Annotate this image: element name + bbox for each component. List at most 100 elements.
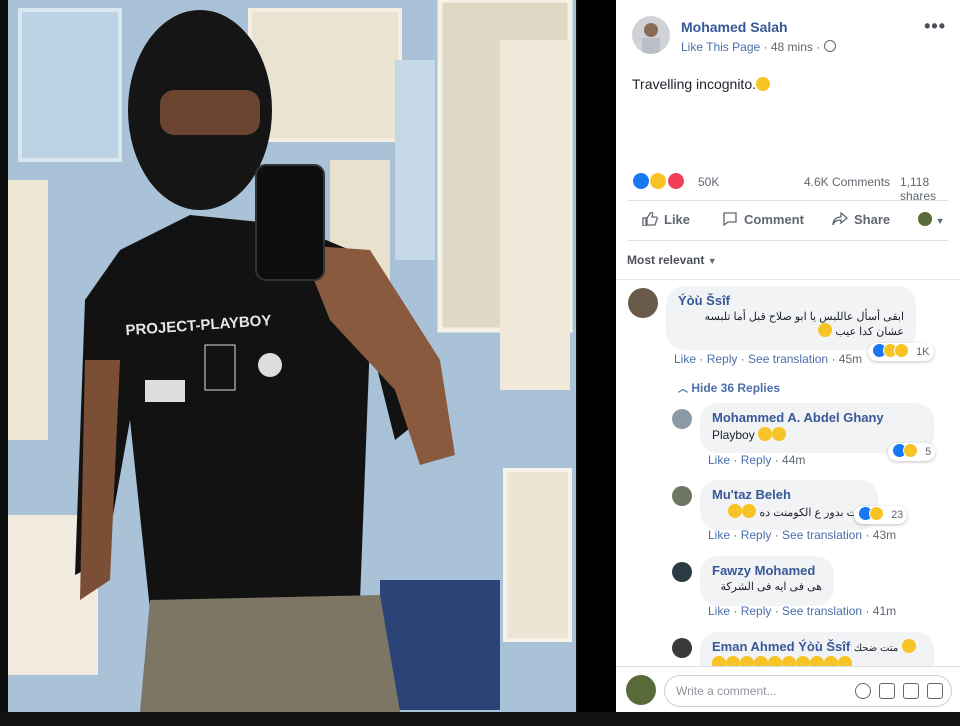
reaction-audience-selector[interactable]: ▼ [918,212,945,227]
laughing-emoji-icon [824,656,838,666]
post-time[interactable]: 48 mins [771,40,813,54]
comment: Ýòù Šsîf ابقى أسأل عاللبس يا ابو صلاح قب… [616,286,960,376]
emoji-row [712,656,922,666]
chevron-down-icon: ▼ [935,216,945,226]
comment-actions: Like · Reply · 44m [708,453,806,467]
comment-bubble: Ýòù Šsîf ابقى أسأل عاللبس يا ابو صلاح قب… [666,286,916,350]
comment-placeholder: Write a comment... [676,684,777,698]
comment-actions: Like · Reply · See translation · 41m [708,604,897,618]
reaction-count: 1K [916,346,930,358]
comment-time[interactable]: 43m [873,528,896,542]
commenter-avatar[interactable] [672,638,692,658]
comment-actions: Like · Reply · See translation · 45m [674,352,863,366]
sad-reaction-icon [894,343,909,358]
see-translation-link[interactable]: See translation [748,352,828,366]
comment-bubble: Eman Ahmed Ýòù Šsîf متت ضحك [700,632,934,666]
divider [616,279,960,280]
comment-time[interactable]: 41m [873,604,896,618]
laughing-emoji-icon [810,656,824,666]
commenter-avatar[interactable] [628,288,658,318]
commenter-avatar[interactable] [672,486,692,506]
like-page-link[interactable]: Like This Page [681,40,760,54]
comment-like-link[interactable]: Like [674,352,696,366]
author-avatar[interactable] [632,16,670,54]
comment-time[interactable]: 45m [839,352,862,366]
comment-reply-link[interactable]: Reply [707,352,738,366]
post-panel: Mohamed Salah Like This Page · 48 mins ·… [616,0,960,713]
comment-reply-link[interactable]: Reply [741,528,772,542]
camera-icon[interactable] [879,683,895,699]
current-user-avatar[interactable] [626,675,656,705]
sort-comments-dropdown[interactable]: Most relevant ▼ [627,253,717,267]
laughing-emoji-icon [768,656,782,666]
comment-reply-link[interactable]: Reply [741,604,772,618]
laughing-emoji-icon [818,323,833,337]
gif-icon[interactable] [903,683,919,699]
like-button[interactable]: Like [642,211,690,227]
laughing-emoji-icon [726,656,740,666]
laughing-emoji-icon [742,504,757,518]
like-reaction-icon [632,172,650,190]
reaction-icons[interactable] [632,172,685,190]
comment-like-link[interactable]: Like [708,453,730,467]
chevron-up-icon: ︿ [678,384,688,395]
see-translation-link[interactable]: See translation [782,528,862,542]
share-button[interactable]: Share [832,211,891,227]
comment-reactions[interactable]: 5 [888,443,936,461]
comment-reactions[interactable]: 23 [854,506,908,524]
comment-input[interactable]: Write a comment... [664,675,952,707]
divider [628,240,948,241]
reaction-count: 23 [891,509,904,521]
comment-text: ابقى أسأل عاللبس يا ابو صلاح قبل أما تلب… [678,310,904,338]
hide-replies-toggle[interactable]: ︿ Hide 36 Replies [678,380,780,395]
laughing-emoji-icon [728,504,743,518]
commenter-name-text[interactable]: Eman Ahmed Ýòù Šsîf [712,639,850,654]
laughing-emoji-icon [838,656,852,666]
haha-reaction-icon [649,172,668,190]
more-options-button[interactable]: ••• [924,16,946,37]
commenter-name[interactable]: Ýòù Šsîf [678,293,904,308]
haha-reaction-icon [869,506,884,521]
comment-like-link[interactable]: Like [708,528,730,542]
comment-text-content: Playboy [712,428,755,442]
action-bar: Like Comment Share ▼ [628,200,948,240]
comment-reply-link[interactable]: Reply [741,453,772,467]
post-text: Travelling incognito. [632,76,770,92]
post-photo[interactable]: PROJECT-PLAYBOY [0,0,578,712]
sticker-icon[interactable] [927,683,943,699]
haha-reaction-icon [903,443,918,458]
comment-text: متت ضحك [853,643,899,654]
hide-replies-label: Hide 36 Replies [691,381,781,395]
commenter-avatar[interactable] [672,409,692,429]
emoji-picker-icon[interactable] [855,683,871,699]
thumbs-up-icon [642,211,658,227]
reply: Mu'taz Beleh كنت بدور ع الكومنت ده 23 Li… [616,480,960,546]
share-icon [832,211,849,226]
shares-count[interactable]: 1,118 shares [900,175,954,203]
comment-button[interactable]: Comment [722,212,804,227]
photo-illustration: PROJECT-PLAYBOY [0,0,578,712]
laughing-emoji-icon [901,639,916,653]
share-label: Share [854,212,891,227]
comment-time[interactable]: 44m [782,453,805,467]
comment-reactions[interactable]: 1K [868,343,934,361]
commenter-name[interactable]: Mohammed A. Abdel Ghany [712,410,922,425]
comments-count[interactable]: 4.6K Comments [804,175,890,189]
reaction-count: 5 [925,446,932,458]
comment-text: هى فى ايه فى الشركة [720,581,823,593]
reactions-count[interactable]: 50K [698,175,719,189]
reply: Mohammed A. Abdel Ghany Playboy 5 Like ·… [616,403,960,469]
comment-composer: Write a comment... [616,666,960,713]
commenter-name[interactable]: Fawzy Mohamed [712,563,822,578]
reply: Eman Ahmed Ýòù Šsîf متت ضحك [616,632,960,666]
comment-like-link[interactable]: Like [708,604,730,618]
author-name[interactable]: Mohamed Salah [681,19,788,35]
comment-text: كنت بدور ع الكومنت ده [712,504,866,519]
laughing-emoji-icon [772,427,787,441]
see-translation-link[interactable]: See translation [782,604,862,618]
commenter-name[interactable]: Mu'taz Beleh [712,487,866,502]
comment-bubble: Mu'taz Beleh كنت بدور ع الكومنت ده [700,480,878,530]
comment-icon [722,212,738,227]
laughing-emoji-icon [754,656,768,666]
commenter-avatar[interactable] [672,562,692,582]
